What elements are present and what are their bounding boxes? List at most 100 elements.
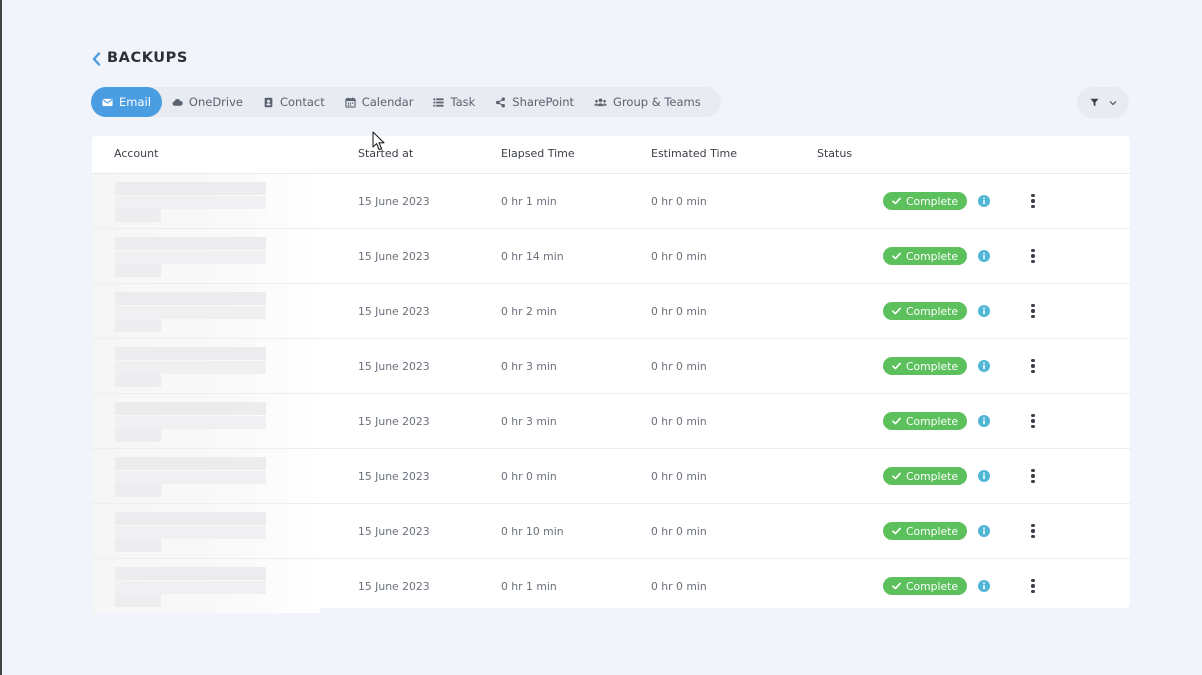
info-icon[interactable]: [978, 525, 990, 537]
estimated-time-cell: 0 hr 0 min: [651, 415, 707, 428]
estimated-time-cell: 0 hr 0 min: [651, 195, 707, 208]
table-row[interactable]: 15 June 2023 0 hr 0 min 0 hr 0 min Compl…: [92, 449, 1130, 504]
more-options-icon[interactable]: [1028, 248, 1038, 264]
started-at-cell: 15 June 2023: [358, 580, 430, 593]
column-header-status[interactable]: Status: [817, 147, 852, 160]
tab-task[interactable]: Task: [423, 87, 485, 117]
status-badge: Complete: [883, 522, 967, 540]
calendar-icon: [345, 97, 356, 108]
page-title: BACKUPS: [107, 50, 188, 66]
account-redacted: [92, 174, 320, 228]
check-icon: [892, 252, 901, 260]
check-icon: [892, 362, 901, 370]
info-icon[interactable]: [978, 415, 990, 427]
tab-label: Contact: [279, 95, 325, 109]
tab-onedrive[interactable]: OneDrive: [162, 87, 253, 117]
tab-email[interactable]: Email: [91, 87, 162, 117]
check-icon: [892, 307, 901, 315]
table-row[interactable]: 15 June 2023 0 hr 14 min 0 hr 0 min Comp…: [92, 229, 1130, 284]
column-header-estimated-time[interactable]: Estimated Time: [651, 147, 737, 160]
info-icon[interactable]: [978, 470, 990, 482]
elapsed-time-cell: 0 hr 10 min: [501, 525, 564, 538]
table-row[interactable]: 15 June 2023 0 hr 2 min 0 hr 0 min Compl…: [92, 284, 1130, 339]
info-icon[interactable]: [978, 250, 990, 262]
estimated-time-cell: 0 hr 0 min: [651, 580, 707, 593]
table-header: Account Started at Elapsed Time Estimate…: [92, 136, 1130, 174]
column-header-account[interactable]: Account: [114, 147, 158, 160]
users-icon: [594, 97, 607, 108]
check-icon: [892, 197, 901, 205]
tab-label: Task: [450, 95, 476, 109]
table-body: 15 June 2023 0 hr 1 min 0 hr 0 min Compl…: [92, 174, 1130, 613]
started-at-cell: 15 June 2023: [358, 305, 430, 318]
started-at-cell: 15 June 2023: [358, 470, 430, 483]
started-at-cell: 15 June 2023: [358, 195, 430, 208]
chevron-down-icon: [1109, 100, 1117, 106]
mouse-cursor-icon: [372, 131, 386, 151]
info-icon[interactable]: [978, 195, 990, 207]
status-badge: Complete: [883, 247, 967, 265]
tab-label: Email: [119, 95, 151, 109]
status-badge: Complete: [883, 302, 967, 320]
info-icon[interactable]: [978, 305, 990, 317]
contact-card-icon: [263, 97, 274, 108]
window-edge: [0, 0, 2, 675]
list-icon: [433, 97, 444, 108]
page-header: BACKUPS: [92, 50, 188, 66]
table-row[interactable]: 15 June 2023 0 hr 10 min 0 hr 0 min Comp…: [92, 504, 1130, 559]
account-redacted: [92, 559, 320, 613]
info-icon[interactable]: [978, 360, 990, 372]
more-options-icon[interactable]: [1028, 193, 1038, 209]
tab-label: SharePoint: [512, 95, 575, 109]
estimated-time-cell: 0 hr 0 min: [651, 250, 707, 263]
more-options-icon[interactable]: [1028, 413, 1038, 429]
status-badge: Complete: [883, 577, 967, 595]
status-badge: Complete: [883, 467, 967, 485]
share-icon: [495, 97, 506, 108]
envelope-icon: [102, 97, 113, 108]
status-badge: Complete: [883, 192, 967, 210]
started-at-cell: 15 June 2023: [358, 525, 430, 538]
filter-icon: [1089, 98, 1099, 107]
account-redacted: [92, 339, 320, 393]
tab-group-teams[interactable]: Group & Teams: [584, 87, 711, 117]
backups-table: Account Started at Elapsed Time Estimate…: [92, 136, 1130, 613]
elapsed-time-cell: 0 hr 1 min: [501, 580, 557, 593]
tab-calendar[interactable]: Calendar: [335, 87, 424, 117]
cloud-icon: [172, 97, 183, 108]
elapsed-time-cell: 0 hr 3 min: [501, 360, 557, 373]
elapsed-time-cell: 0 hr 0 min: [501, 470, 557, 483]
estimated-time-cell: 0 hr 0 min: [651, 470, 707, 483]
status-label: Complete: [905, 359, 959, 373]
status-label: Complete: [905, 194, 959, 208]
info-icon[interactable]: [978, 580, 990, 592]
table-row[interactable]: 15 June 2023 0 hr 3 min 0 hr 0 min Compl…: [92, 339, 1130, 394]
column-header-elapsed-time[interactable]: Elapsed Time: [501, 147, 575, 160]
elapsed-time-cell: 0 hr 2 min: [501, 305, 557, 318]
tab-contact[interactable]: Contact: [253, 87, 335, 117]
elapsed-time-cell: 0 hr 14 min: [501, 250, 564, 263]
table-row[interactable]: 15 June 2023 0 hr 3 min 0 hr 0 min Compl…: [92, 394, 1130, 449]
more-options-icon[interactable]: [1028, 523, 1038, 539]
more-options-icon[interactable]: [1028, 358, 1038, 374]
status-badge: Complete: [883, 412, 967, 430]
filter-dropdown-button[interactable]: [1077, 87, 1129, 118]
chevron-left-icon[interactable]: [92, 51, 101, 66]
status-label: Complete: [905, 249, 959, 263]
tab-sharepoint[interactable]: SharePoint: [485, 87, 584, 117]
table-row[interactable]: 15 June 2023 0 hr 1 min 0 hr 0 min Compl…: [92, 559, 1130, 613]
started-at-cell: 15 June 2023: [358, 415, 430, 428]
tab-label: Group & Teams: [613, 95, 701, 109]
elapsed-time-cell: 0 hr 3 min: [501, 415, 557, 428]
more-options-icon[interactable]: [1028, 468, 1038, 484]
table-row[interactable]: 15 June 2023 0 hr 1 min 0 hr 0 min Compl…: [92, 174, 1130, 229]
check-icon: [892, 527, 901, 535]
account-redacted: [92, 394, 320, 448]
more-options-icon[interactable]: [1028, 303, 1038, 319]
status-label: Complete: [905, 304, 959, 318]
tab-label: OneDrive: [188, 95, 243, 109]
started-at-cell: 15 June 2023: [358, 360, 430, 373]
elapsed-time-cell: 0 hr 1 min: [501, 195, 557, 208]
more-options-icon[interactable]: [1028, 578, 1038, 594]
status-label: Complete: [905, 579, 959, 593]
